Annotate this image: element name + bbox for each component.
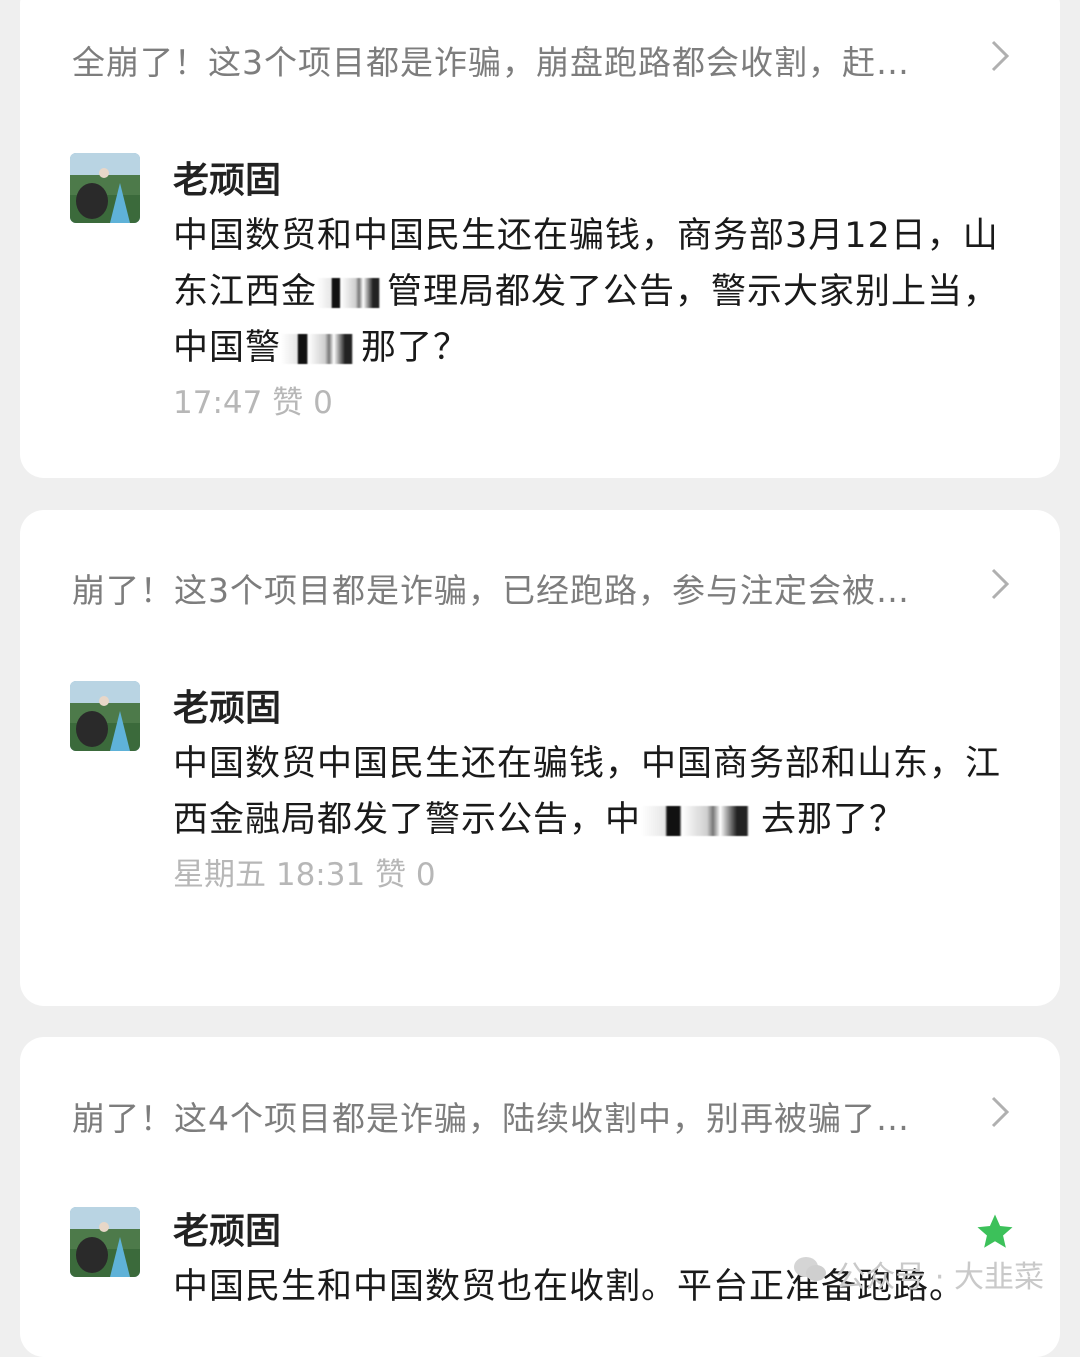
article-title: 崩了！这4个项目都是诈骗，陆续收割中，别再被骗了… xyxy=(72,1099,910,1138)
redaction-mark xyxy=(641,806,762,836)
avatar[interactable] xyxy=(70,681,140,751)
comment-meta: 17:47 赞 0 xyxy=(173,378,1003,428)
comment-meta: 星期五 18:31 赞 0 xyxy=(173,850,1003,900)
chevron-right-icon xyxy=(980,36,1020,76)
article-title: 全崩了！这3个项目都是诈骗，崩盘跑路都会收割，赶… xyxy=(72,43,910,82)
likes-label[interactable]: 赞 xyxy=(272,385,303,421)
chevron-right-icon xyxy=(980,564,1020,604)
avatar[interactable] xyxy=(70,1207,140,1277)
comment-text: 中国数贸中国民生还在骗钱，中国商务部和山东，江西金融局都发了警示公告，中 去那了？ xyxy=(173,744,1002,840)
likes-count: 0 xyxy=(313,385,333,421)
redaction-mark xyxy=(317,278,388,308)
comment-card: 崩了！这4个项目都是诈骗，陆续收割中，别再被骗了… 老顽固 中国民生和中国数贸也… xyxy=(20,1037,1060,1357)
avatar[interactable] xyxy=(70,153,140,223)
article-title: 崩了！这3个项目都是诈骗，已经跑路，参与注定会被… xyxy=(72,571,910,610)
likes-count: 0 xyxy=(415,857,436,893)
article-link[interactable]: 崩了！这3个项目都是诈骗，已经跑路，参与注定会被… xyxy=(72,558,1020,618)
user-name[interactable]: 老顽固 xyxy=(173,154,1003,208)
chevron-right-icon xyxy=(980,1092,1020,1132)
likes-label[interactable]: 赞 xyxy=(375,857,406,893)
article-link[interactable]: 全崩了！这3个项目都是诈骗，崩盘跑路都会收割，赶… xyxy=(72,30,1020,90)
comment-time: 星期五 18:31 xyxy=(173,857,366,893)
comment-text: 中国数贸和中国民生还在骗钱，商务部3月12日，山东江西金 管理局都发了公告，警示大… xyxy=(173,216,1000,368)
comment-card: 全崩了！这3个项目都是诈骗，崩盘跑路都会收割，赶… 老顽固 中国数贸和中国民生还… xyxy=(20,0,1060,478)
user-name[interactable]: 老顽固 xyxy=(173,1205,1003,1259)
article-link[interactable]: 崩了！这4个项目都是诈骗，陆续收割中，别再被骗了… xyxy=(72,1086,1020,1146)
redaction-mark xyxy=(281,334,362,364)
comment-card: 崩了！这3个项目都是诈骗，已经跑路，参与注定会被… 老顽固 中国数贸中国民生还在… xyxy=(20,510,1060,1006)
watermark-text: 公众号 · 大韭菜 xyxy=(835,1260,1044,1295)
comment-body: 老顽固 中国数贸和中国民生还在骗钱，商务部3月12日，山东江西金 管理局都发了公告… xyxy=(173,154,1003,428)
comment-time: 17:47 xyxy=(173,385,263,421)
star-icon[interactable] xyxy=(974,1211,1016,1253)
comment-body: 老顽固 中国数贸中国民生还在骗钱，中国商务部和山东，江西金融局都发了警示公告，中… xyxy=(173,682,1003,900)
wechat-icon xyxy=(793,1255,827,1293)
watermark: 公众号 · 大韭菜 xyxy=(793,1252,1044,1296)
user-name[interactable]: 老顽固 xyxy=(173,682,1003,736)
